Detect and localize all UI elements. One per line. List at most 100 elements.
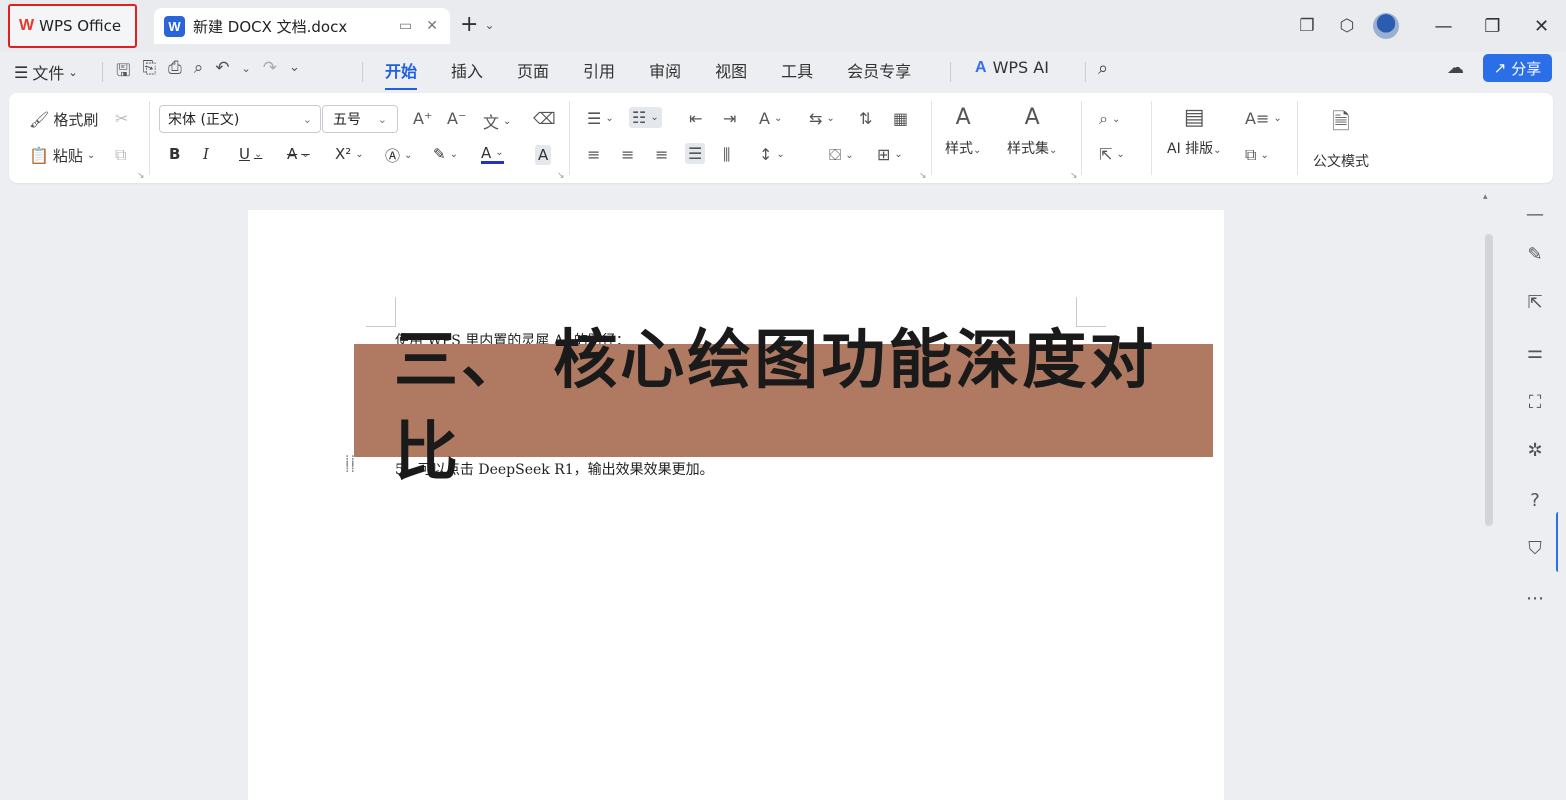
undo-icon[interactable]: ↶ (215, 58, 229, 87)
paste-button[interactable]: 📋 粘贴 ⌄ (29, 145, 95, 166)
print-icon[interactable]: ⎙ (168, 58, 182, 87)
styles-button[interactable]: A 样式⌄ (945, 105, 981, 158)
minimize-button[interactable]: — (1419, 16, 1468, 37)
style-set-button[interactable]: A 样式集⌄ (1007, 105, 1057, 158)
word-doc-icon: W (164, 15, 185, 37)
tab-home[interactable]: 开始 (385, 58, 418, 90)
share-button[interactable]: ↗ 分享 (1483, 54, 1552, 82)
cloud-upload-icon[interactable]: ☁ (1447, 58, 1464, 78)
bullet-list-icon[interactable]: ☰ ⌄ (587, 109, 614, 128)
image-ai-icon[interactable]: ⛶ (1515, 392, 1555, 413)
avatar[interactable] (1373, 13, 1399, 39)
search-icon[interactable]: ⌕ (1098, 58, 1108, 79)
save-icon[interactable]: 🖫 (116, 58, 130, 87)
tab-insert[interactable]: 插入 (451, 58, 483, 90)
strikethrough-icon[interactable]: A ⌄ (287, 145, 310, 163)
window-layout-icon[interactable]: ❐ (1287, 16, 1327, 36)
select-icon[interactable]: ⇱ ⌄ (1099, 145, 1125, 164)
cursor-icon[interactable]: ⇱ (1515, 292, 1555, 313)
text-direction-icon[interactable]: A ⌄ (759, 109, 782, 128)
more-quick-icon[interactable]: ⌄ (289, 60, 300, 87)
styles-label: 样式 (945, 141, 973, 157)
more-icon[interactable]: ⋯ (1515, 588, 1555, 609)
cut-icon[interactable]: ✂ (115, 109, 128, 128)
tab-review[interactable]: 审阅 (649, 58, 681, 90)
scrollbar-thumb[interactable] (1485, 234, 1493, 526)
show-marks-icon[interactable]: ▦ (893, 109, 908, 128)
chevron-down-icon[interactable]: ⌄ (484, 18, 494, 32)
char-shading-icon[interactable]: A (535, 145, 552, 165)
pen-icon[interactable]: ✎ (1515, 244, 1555, 265)
align-right-icon[interactable]: ≡ (655, 145, 668, 164)
new-tab-button[interactable]: + ⌄ (460, 12, 495, 37)
help-icon[interactable]: ? (1515, 490, 1555, 511)
align-left-icon[interactable]: ≡ (587, 145, 600, 164)
chevron-down-icon: ⌄ (68, 65, 78, 79)
wps-office-home-tab[interactable]: W WPS Office (8, 4, 137, 48)
align-justify-icon[interactable]: ☰ (685, 143, 706, 164)
settings-sliders-icon[interactable]: ⚌ (1515, 342, 1555, 363)
document-tab[interactable]: W 新建 DOCX 文档.docx ▭ ✕ (154, 8, 450, 44)
text-effect-icon[interactable]: Ⓐ ⌄ (385, 145, 412, 166)
tools-icon[interactable]: ✲ (1515, 440, 1555, 461)
phonetic-guide-icon[interactable]: 文 ⌄ (483, 109, 511, 133)
wps-ai-button[interactable]: A WPS AI (975, 58, 1049, 77)
bold-icon[interactable]: B (169, 145, 180, 163)
text-layout-icon[interactable]: A≡ ⌄ (1245, 109, 1282, 128)
ai-layout-button[interactable]: ▤ AI 排版⌄ (1167, 105, 1222, 158)
sort-direction-icon[interactable]: ⇆ ⌄ (809, 109, 835, 128)
arrange-icon[interactable]: ⧉ ⌄ (1245, 145, 1269, 165)
sort-icon[interactable]: ⇅ (859, 109, 872, 128)
tab-close-icon[interactable]: ✕ (426, 18, 438, 34)
highlight-icon[interactable]: ✎ ⌄ (433, 145, 458, 163)
margin-mark (366, 297, 396, 327)
copy-icon[interactable]: ⧉ (115, 145, 126, 165)
section-title-overlay: 三、 核心绘图功能深度对比 (354, 324, 1213, 490)
dialog-launcher-icon[interactable]: ↘ (919, 171, 927, 181)
undo-dropdown-icon[interactable]: ⌄ (241, 62, 250, 87)
font-size-select[interactable]: 五号 ⌄ (322, 105, 398, 133)
font-name-select[interactable]: 宋体 (正文) ⌄ (159, 105, 321, 133)
distribute-icon[interactable]: ⫼ (723, 145, 730, 165)
superscript-icon[interactable]: X² ⌄ (335, 145, 364, 163)
tab-reference[interactable]: 引用 (583, 58, 615, 90)
font-color-icon[interactable]: A ⌄ (481, 145, 504, 164)
tab-view[interactable]: 视图 (715, 58, 747, 90)
ribbon-toolbar: 🖌 格式刷 ✂ 📋 粘贴 ⌄ ⧉ ↘ 宋体 (正文) ⌄ 五号 ⌄ A⁺ A⁻ … (9, 93, 1553, 183)
print-preview-icon[interactable]: ⌕ (194, 58, 204, 87)
line-spacing-icon[interactable]: ↕ ⌄ (759, 145, 785, 164)
align-center-icon[interactable]: ≡ (621, 145, 634, 164)
font-shrink-icon[interactable]: A⁻ (447, 109, 466, 128)
border-icon[interactable]: ⊞ ⌄ (877, 145, 903, 164)
cube-icon[interactable]: ⬡ (1327, 16, 1367, 36)
official-document-mode-button[interactable]: 🗎 公文模式 (1313, 105, 1369, 171)
shading-icon[interactable]: ⛋ ⌄ (829, 145, 854, 165)
export-icon[interactable]: ⎘ (142, 58, 156, 87)
format-painter-button[interactable]: 🖌 格式刷 (29, 109, 98, 130)
close-button[interactable]: ✕ (1517, 16, 1566, 37)
font-grow-icon[interactable]: A⁺ (413, 109, 432, 128)
increase-indent-icon[interactable]: ⇥ (723, 109, 736, 128)
clear-format-icon[interactable]: ⌫ (533, 109, 556, 128)
file-menu[interactable]: ☰ 文件 ⌄ (14, 60, 78, 84)
tab-preview-icon[interactable]: ▭ (399, 18, 412, 34)
dialog-launcher-icon[interactable]: ↘ (557, 171, 565, 181)
tab-tools[interactable]: 工具 (781, 58, 813, 90)
brush-icon: 🖌 (29, 110, 50, 129)
redo-icon[interactable]: ↷ (263, 58, 277, 87)
numbered-list-icon[interactable]: ☷ ⌄ (629, 107, 662, 128)
tab-member[interactable]: 会员专享 (847, 58, 911, 90)
drag-handle-icon[interactable]: ⁞⁞ ⁞⁞ (345, 454, 356, 475)
tab-page[interactable]: 页面 (517, 58, 549, 90)
dialog-launcher-icon[interactable]: ↘ (1070, 171, 1078, 181)
shirt-icon[interactable]: ⛉ (1515, 538, 1555, 559)
decrease-indent-icon[interactable]: ⇤ (689, 109, 702, 128)
collapse-icon[interactable]: — (1515, 204, 1555, 225)
underline-icon[interactable]: U ⌄ (239, 145, 262, 163)
restore-button[interactable]: ❐ (1468, 16, 1517, 37)
divider (950, 62, 951, 82)
plus-icon: + (460, 12, 479, 37)
dialog-launcher-icon[interactable]: ↘ (137, 171, 145, 181)
italic-icon[interactable]: I (203, 145, 209, 163)
find-icon[interactable]: ⌕ ⌄ (1099, 109, 1120, 129)
